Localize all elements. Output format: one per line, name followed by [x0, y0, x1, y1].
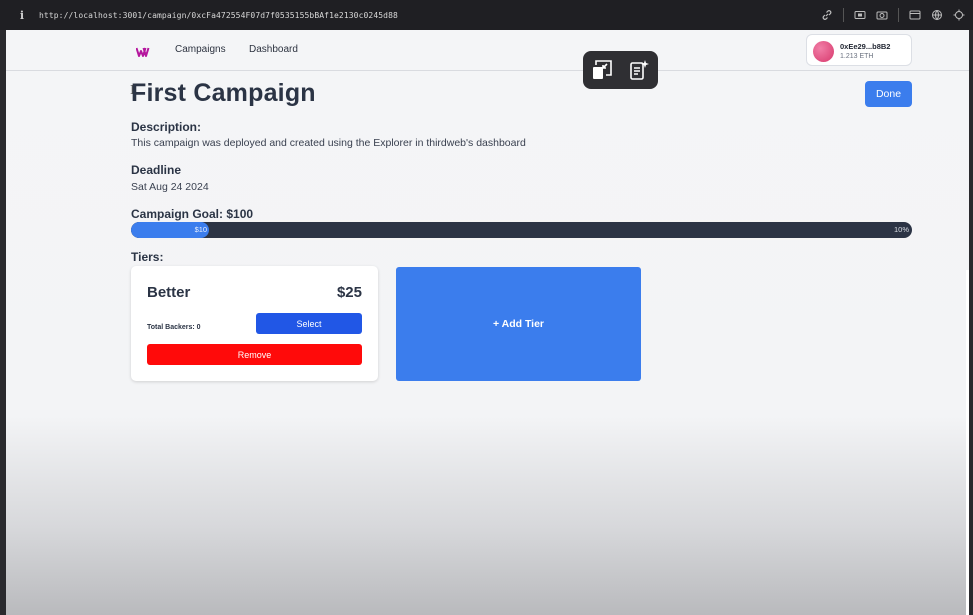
deadline-text: Sat Aug 24 2024	[131, 181, 209, 193]
target-icon[interactable]	[953, 9, 965, 21]
floating-overlay-toolbar	[583, 51, 658, 89]
exit-picture-in-picture-icon[interactable]	[591, 59, 613, 81]
campaign-page: I First Campaign Done Description: This …	[6, 30, 969, 615]
extension-icon[interactable]	[931, 9, 943, 21]
toolbar-divider	[843, 8, 844, 22]
progress-percent-label: 10%	[893, 225, 909, 234]
progress-fill: $10	[131, 222, 210, 238]
link-icon[interactable]	[821, 9, 833, 21]
tier-card: Better $25 Total Backers: 0 Select Remov…	[131, 266, 378, 381]
description-label: Description:	[131, 120, 202, 134]
deadline-label: Deadline	[131, 163, 182, 177]
campaign-progress-bar: $10 10%	[131, 222, 912, 238]
remove-tier-button[interactable]: Remove	[147, 344, 362, 365]
window-icon[interactable]	[909, 9, 921, 21]
done-button[interactable]: Done	[865, 81, 912, 107]
description-text: This campaign was deployed and created u…	[131, 137, 526, 149]
screenshot-icon[interactable]	[854, 9, 866, 21]
browser-url-bar: i http://localhost:3001/campaign/0xcFa47…	[0, 0, 973, 30]
page-title: First Campaign	[131, 79, 316, 107]
progress-raised-label: $10	[194, 225, 208, 234]
info-icon[interactable]: i	[15, 9, 29, 22]
page-viewport: Campaigns Dashboard 0xEe29...b8B2 1.213 …	[6, 30, 969, 615]
add-tier-button[interactable]: + Add Tier	[396, 267, 641, 381]
campaign-goal-label: Campaign Goal: $100	[131, 207, 254, 221]
scrollbar[interactable]	[966, 270, 969, 615]
select-tier-button[interactable]: Select	[256, 313, 362, 334]
tier-backers-count: Total Backers: 0	[147, 324, 201, 331]
ai-notes-icon[interactable]	[628, 59, 650, 81]
tiers-label: Tiers:	[131, 250, 164, 264]
toolbar-divider	[898, 8, 899, 22]
tier-name: Better	[147, 284, 191, 301]
browser-tools	[821, 0, 965, 30]
tier-price: $25	[336, 284, 362, 301]
camera-icon[interactable]	[876, 9, 888, 21]
url-text[interactable]: http://localhost:3001/campaign/0xcFa4725…	[39, 11, 398, 20]
